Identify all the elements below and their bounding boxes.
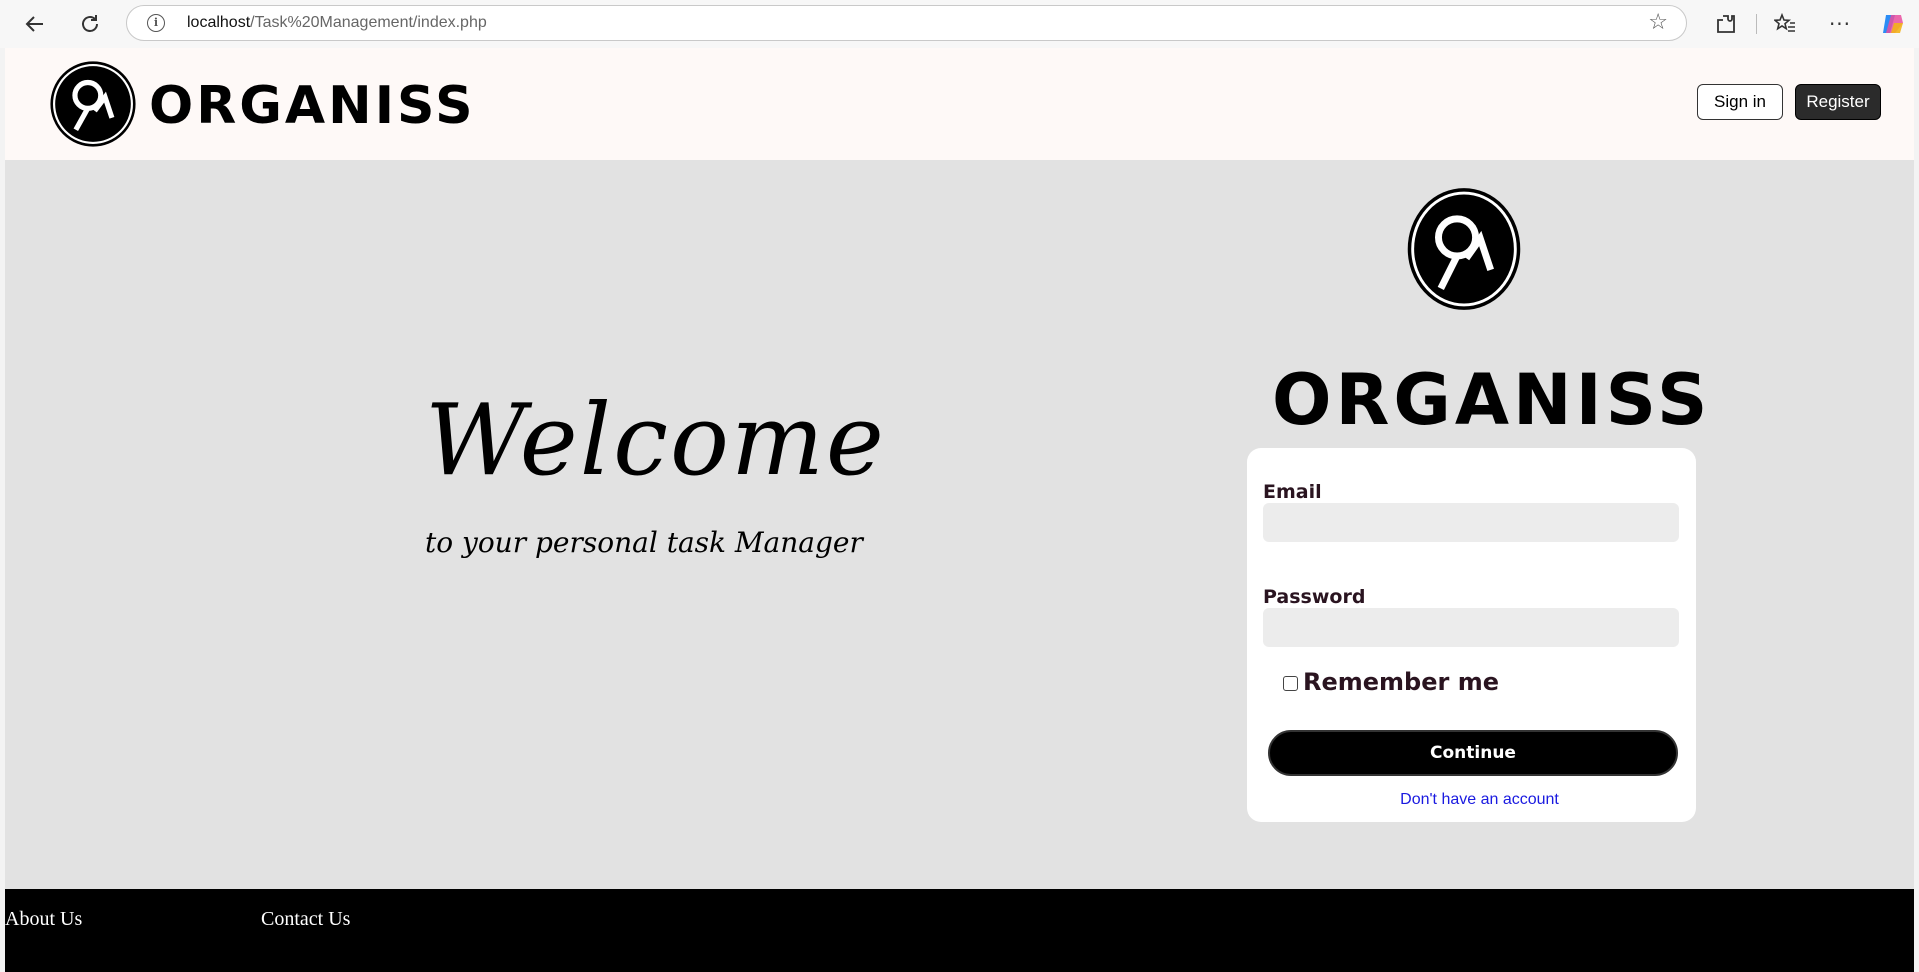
toolbar-divider: [1756, 14, 1757, 34]
login-card: Email Password Remember me Continue Don'…: [1247, 448, 1696, 822]
login-logo: [1406, 186, 1522, 316]
reload-icon[interactable]: [73, 8, 107, 40]
login-wordmark: ORGANISS: [1272, 359, 1712, 441]
password-label: Password: [1263, 586, 1366, 608]
site-info-icon[interactable]: i: [147, 14, 165, 32]
continue-button[interactable]: Continue: [1268, 730, 1678, 776]
email-field[interactable]: [1263, 503, 1679, 542]
brand-wordmark: ORGANISS: [149, 76, 476, 136]
site-header: ORGANISS Sign in Register: [5, 48, 1914, 160]
favorites-icon[interactable]: [1771, 10, 1799, 38]
more-options-icon[interactable]: ···: [1826, 10, 1854, 38]
password-field[interactable]: [1263, 608, 1679, 647]
footer-contact-link[interactable]: Contact Us: [261, 908, 350, 931]
register-button[interactable]: Register: [1795, 84, 1881, 120]
back-icon[interactable]: [18, 8, 52, 40]
email-label: Email: [1263, 481, 1322, 503]
remember-me-label[interactable]: Remember me: [1303, 668, 1499, 696]
browser-toolbar: i localhost/Task%20Management/index.php …: [0, 0, 1919, 48]
welcome-subtitle: to your personal task Manager: [425, 526, 863, 559]
register-link-text[interactable]: Don't have an account: [1400, 791, 1559, 808]
copilot-icon[interactable]: [1879, 10, 1907, 38]
url-text[interactable]: localhost/Task%20Management/index.php: [187, 14, 487, 32]
remember-me-checkbox[interactable]: [1283, 676, 1298, 691]
footer-about-link[interactable]: About Us: [5, 908, 82, 931]
favorite-star-icon[interactable]: ☆: [1648, 12, 1668, 34]
site-footer: About Us Contact Us: [5, 889, 1914, 972]
welcome-heading: Welcome: [425, 384, 886, 498]
address-bar[interactable]: i localhost/Task%20Management/index.php …: [126, 5, 1687, 41]
sign-in-button[interactable]: Sign in: [1697, 84, 1783, 120]
register-link[interactable]: Don't have an account: [1247, 791, 1696, 809]
extensions-icon[interactable]: [1712, 10, 1740, 38]
brand-logo[interactable]: [50, 61, 136, 151]
page-viewport: ORGANISS Sign in Register Welcome to you…: [5, 48, 1914, 972]
